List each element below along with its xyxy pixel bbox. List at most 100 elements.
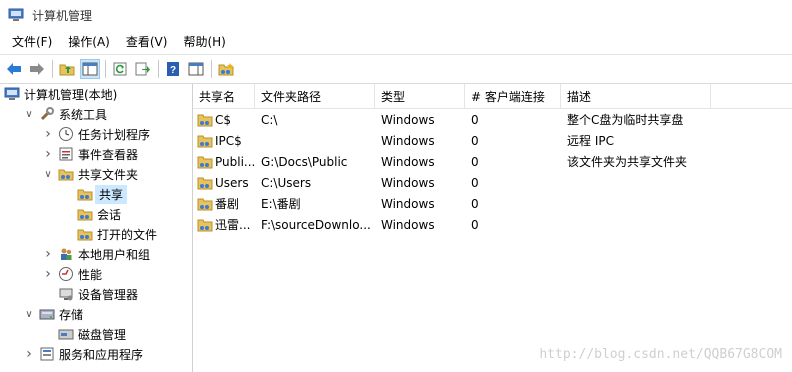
cell-share-name-text: 番剧 [215, 197, 240, 211]
cell-client-connections-text: 0 [471, 112, 479, 127]
expand-chevron-icon[interactable]: › [23, 344, 35, 364]
cell-client-connections: 0 [465, 134, 561, 148]
event-viewer-icon [58, 146, 74, 162]
expand-chevron-icon[interactable]: › [42, 244, 54, 264]
cell-description: 远程 IPC [561, 132, 711, 149]
expand-chevron-icon[interactable]: › [42, 264, 54, 284]
collapse-chevron-icon[interactable]: ∨ [23, 104, 35, 124]
tree-item[interactable]: › 服务和应用程序 [0, 344, 192, 364]
cell-folder-path-text: C:\ [261, 112, 278, 127]
tree-item[interactable]: ∨ 存储 [0, 304, 192, 324]
tree-item-label: 计算机管理(本地) [24, 87, 118, 102]
computer-management-window: 计算机管理 文件(F) 操作(A) 查看(V) 帮助(H) ? 计算机管理(本地… [0, 0, 792, 372]
menu-view[interactable]: 查看(V) [118, 30, 176, 54]
refresh-button[interactable] [110, 59, 130, 79]
cell-type: Windows [375, 197, 465, 211]
cell-type: Windows [375, 113, 465, 127]
tree-item[interactable]: › 本地用户和组 [0, 244, 192, 264]
services-icon [39, 346, 55, 362]
cell-share-name-text: IPC$ [215, 133, 242, 148]
cell-share-name: Publi... [193, 155, 255, 169]
cell-type-text: Windows [381, 175, 435, 190]
cell-type-text: Windows [381, 217, 435, 232]
help-icon: ? [167, 62, 179, 76]
cell-type: Windows [375, 155, 465, 169]
console-tree: 计算机管理(本地) ∨ 系统工具 › 任务计划程序 › 事件查看器 ∨ 共享文件夹 共享 会话 打开的… [0, 84, 193, 372]
forward-button[interactable] [27, 59, 47, 79]
show-action-pane-icon [188, 62, 204, 76]
clock-icon [58, 126, 74, 142]
show-hide-action-pane-button[interactable] [186, 59, 206, 79]
menu-action[interactable]: 操作(A) [60, 30, 118, 54]
tree-item[interactable]: 会话 [0, 204, 192, 224]
tree-item[interactable]: › 任务计划程序 [0, 124, 192, 144]
cell-client-connections: 0 [465, 197, 561, 211]
up-folder-icon [59, 64, 75, 76]
cell-client-connections: 0 [465, 155, 561, 169]
table-row[interactable]: C$ C:\ Windows 0 整个C盘为临时共享盘 [193, 109, 792, 130]
shares-list-view: 共享名 文件夹路径 类型 # 客户端连接 描述 C$ C:\ Windows 0 整个C… [193, 84, 792, 372]
watermark: http://blog.csdn.net/QQB67G8COM [539, 347, 782, 362]
table-row[interactable]: IPC$ Windows 0 远程 IPC [193, 130, 792, 151]
tree-item[interactable]: ∨ 共享文件夹 [0, 164, 192, 184]
column-header-folder-path[interactable]: 文件夹路径 [255, 84, 375, 108]
back-button[interactable] [4, 59, 24, 79]
tree-item-label: 磁盘管理 [78, 327, 127, 342]
export-list-button[interactable] [133, 59, 153, 79]
cell-client-connections-text: 0 [471, 196, 479, 211]
toolbar-separator [105, 60, 106, 78]
tree-item-label: 设备管理器 [78, 287, 139, 302]
tree-item[interactable]: 计算机管理(本地) [0, 84, 192, 104]
table-row[interactable]: Users C:\Users Windows 0 [193, 172, 792, 193]
tree-item-label: 系统工具 [59, 107, 108, 122]
collapse-chevron-icon[interactable]: ∨ [42, 164, 54, 184]
expand-chevron-icon[interactable]: › [42, 124, 54, 144]
computer-management-icon [4, 86, 20, 102]
column-header-share-name[interactable]: 共享名 [193, 84, 255, 108]
cell-folder-path: E:\番剧 [255, 195, 375, 212]
expand-chevron-icon[interactable]: › [42, 144, 54, 164]
tree-item[interactable]: › 性能 [0, 264, 192, 284]
new-share-button[interactable] [216, 59, 236, 79]
cell-folder-path-text: F:\sourceDownlo... [261, 217, 371, 232]
show-hide-console-tree-button[interactable] [80, 59, 100, 79]
system-tools-icon [39, 106, 55, 122]
tree-item[interactable]: ∨ 系统工具 [0, 104, 192, 124]
tree-item[interactable]: 磁盘管理 [0, 324, 192, 344]
share-icon [197, 198, 213, 210]
table-row[interactable]: 迅雷... F:\sourceDownlo... Windows 0 [193, 214, 792, 235]
tree-item[interactable]: › 事件查看器 [0, 144, 192, 164]
column-header-client-connections[interactable]: # 客户端连接 [465, 84, 561, 108]
column-header-description[interactable]: 描述 [561, 84, 711, 108]
refresh-icon [113, 62, 127, 76]
cell-client-connections-text: 0 [471, 217, 479, 232]
back-arrow-icon [7, 63, 21, 75]
cell-type: Windows [375, 218, 465, 232]
tree-item[interactable]: 共享 [0, 184, 192, 204]
menu-help[interactable]: 帮助(H) [175, 30, 233, 54]
cell-folder-path: G:\Docs\Public [255, 155, 375, 169]
title-bar: 计算机管理 [0, 0, 792, 30]
shared-folder-icon [77, 226, 93, 242]
collapse-chevron-icon[interactable]: ∨ [23, 304, 35, 324]
table-row[interactable]: Publi... G:\Docs\Public Windows 0 该文件夹为共享文件夹 [193, 151, 792, 172]
shared-folder-icon [77, 186, 93, 202]
cell-folder-path: C:\ [255, 113, 375, 127]
tree-item[interactable]: 打开的文件 [0, 224, 192, 244]
tree-item[interactable]: 设备管理器 [0, 284, 192, 304]
table-row[interactable]: 番剧 E:\番剧 Windows 0 [193, 193, 792, 214]
up-one-level-button[interactable] [57, 59, 77, 79]
help-button[interactable]: ? [163, 59, 183, 79]
cell-share-name-text: Publi... [215, 154, 255, 169]
cell-share-name: IPC$ [193, 134, 255, 148]
menu-file[interactable]: 文件(F) [4, 30, 60, 54]
toolbar-separator [52, 60, 53, 78]
tree-item-label: 性能 [78, 267, 103, 282]
cell-share-name-text: C$ [215, 112, 232, 127]
svg-text:?: ? [170, 65, 176, 76]
cell-share-name-text: Users [215, 175, 249, 190]
column-header-type[interactable]: 类型 [375, 84, 465, 108]
